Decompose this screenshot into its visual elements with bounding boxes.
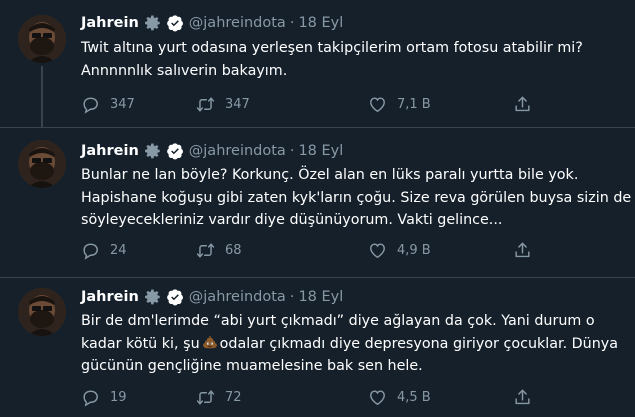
reply-icon [83,97,98,114]
retweet-button[interactable]: 68 [196,241,242,260]
avatar[interactable] [18,288,66,336]
poop-emoji-icon [202,334,218,350]
author-name[interactable]: Jahrein [81,289,139,305]
verified-icon [166,288,184,306]
separator-dot: · [289,143,295,159]
verified-icon [166,142,184,160]
share-button[interactable] [513,241,532,260]
heart-icon [370,390,385,406]
reply-button[interactable]: 19 [81,388,127,407]
tweet-date[interactable]: 18 Eyl [298,143,343,159]
tweet-text: Bunlar ne lan böyle? Korkunç. Özel alan … [81,164,632,232]
like-count: 4,5 B [397,390,431,405]
gear-badge-icon [144,288,162,306]
tweet-text-line: Twit altına yurt odasına yerleşen takipç… [81,40,583,56]
like-button[interactable]: 7,1 B [368,95,431,114]
tweet-actions: 19 72 4,5 B [81,388,541,410]
author-name[interactable]: Jahrein [81,15,139,31]
author-handle[interactable]: @jahreindota [189,143,286,159]
share-button[interactable] [513,95,532,114]
verified-icon [166,14,184,32]
tweet-text-line: söyleyecekleriniz vardır diye düşünüyoru… [81,212,503,228]
tweet-actions: 24 68 4,9 B [81,241,541,263]
tweet-text-line: kadar kötü ki, şu odalar çıkmadı diye dep… [81,333,623,356]
tweet-1[interactable]: Jahrein @jahreindota · 18 Eyl Twit altın… [0,0,635,128]
tweet-text-line: Bir de dm'lerimde “abi yurt çıkmadı” diy… [81,313,595,329]
retweet-count: 68 [225,243,242,258]
separator-dot: · [289,15,295,31]
tweet-date[interactable]: 18 Eyl [298,15,343,31]
tweet-3[interactable]: Jahrein @jahreindota · 18 Eyl Bir de dm'… [0,278,635,417]
author-handle[interactable]: @jahreindota [189,289,286,305]
reply-button[interactable]: 347 [81,95,135,114]
reply-count: 347 [110,97,135,112]
retweet-icon [196,97,215,112]
tweet-text-line: gücünün gençliğine muamelesine bak sen h… [81,358,423,374]
tweet-text-line: Bunlar ne lan böyle? Korkunç. Özel alan … [81,167,579,183]
author-handle[interactable]: @jahreindota [189,15,286,31]
heart-icon [370,243,385,259]
gear-badge-icon [144,14,162,32]
reply-icon [83,390,98,407]
like-button[interactable]: 4,5 B [368,388,431,407]
heart-icon [370,97,385,113]
reply-icon [83,243,98,260]
reply-button[interactable]: 24 [81,241,127,260]
like-button[interactable]: 4,9 B [368,241,431,260]
share-icon [515,242,530,258]
share-icon [515,96,530,112]
reply-count: 24 [110,243,127,258]
like-count: 7,1 B [397,97,431,112]
author-name[interactable]: Jahrein [81,143,139,159]
retweet-button[interactable]: 72 [196,388,242,407]
tweet-header: Jahrein @jahreindota · 18 Eyl [81,287,343,307]
gear-badge-icon [144,142,162,160]
tweet-text: Bir de dm'lerimde “abi yurt çıkmadı” diy… [81,310,623,378]
thread-connector-line [41,66,43,128]
tweet-text-line: Annnnnlık salıverin bakayım. [81,62,288,79]
avatar[interactable] [18,140,66,188]
retweet-count: 347 [225,97,250,112]
tweet-date[interactable]: 18 Eyl [298,289,343,305]
tweet-text-line: Hapishane koğuşu gibi zaten kyk'ların ço… [81,189,632,206]
tweet-2[interactable]: Jahrein @jahreindota · 18 Eyl Bunlar ne … [0,128,635,278]
retweet-icon [196,390,215,405]
retweet-count: 72 [225,390,242,405]
like-count: 4,9 B [397,243,431,258]
retweet-icon [196,243,215,258]
separator-dot: · [289,289,295,305]
tweet-text-segment: odalar çıkmadı diye depresyona giriyor ç… [219,335,619,352]
share-button[interactable] [513,388,532,407]
share-icon [515,389,530,405]
tweet-header: Jahrein @jahreindota · 18 Eyl [81,13,343,33]
avatar[interactable] [18,15,66,63]
retweet-button[interactable]: 347 [196,95,250,114]
tweet-actions: 347 347 7,1 B [81,95,541,117]
tweet-header: Jahrein @jahreindota · 18 Eyl [81,141,343,161]
reply-count: 19 [110,390,127,405]
tweet-text-segment: kadar kötü ki, şu [81,335,200,352]
tweet-text: Twit altına yurt odasına yerleşen takipç… [81,37,623,82]
tweet-thread: Jahrein @jahreindota · 18 Eyl Twit altın… [0,0,635,417]
